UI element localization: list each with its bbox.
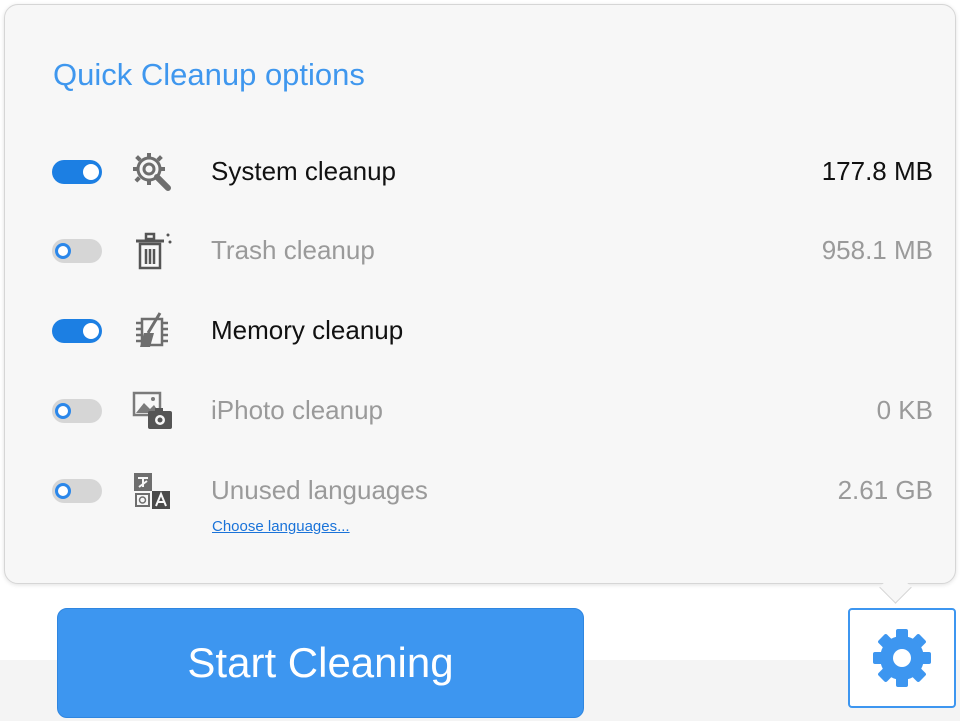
start-cleaning-label: Start Cleaning — [187, 639, 454, 686]
languages-icon — [134, 473, 170, 509]
toggle-knob — [55, 483, 71, 499]
option-row-system-cleanup: System cleanup 177.8 MB — [5, 142, 957, 202]
trash-icon — [136, 232, 172, 270]
toggle-knob — [83, 164, 99, 180]
option-label: System cleanup — [211, 156, 396, 186]
option-row-trash-cleanup: Trash cleanup 958.1 MB — [5, 221, 957, 281]
option-row-memory-cleanup: Memory cleanup — [5, 301, 957, 361]
memory-chip-broom-icon — [136, 312, 168, 347]
option-label: Trash cleanup — [211, 235, 375, 265]
system-gear-magnifier-icon — [133, 153, 171, 191]
option-label: Memory cleanup — [211, 315, 404, 345]
option-size: 0 KB — [876, 395, 933, 425]
photo-camera-icon — [132, 391, 172, 429]
toggle-knob — [55, 243, 71, 259]
popover-title: Quick Cleanup options — [53, 57, 365, 92]
option-row-unused-languages: Unused languages 2.61 GB — [5, 461, 957, 521]
quick-cleanup-popover: Quick Cleanup options System cleanup 177… — [4, 4, 956, 584]
trash-cleanup-toggle[interactable] — [52, 239, 102, 263]
start-cleaning-button[interactable]: Start Cleaning — [57, 608, 584, 718]
iphoto-cleanup-toggle[interactable] — [52, 399, 102, 423]
toggle-knob — [83, 323, 99, 339]
system-cleanup-toggle[interactable] — [52, 160, 102, 184]
settings-button[interactable] — [848, 608, 956, 708]
choose-languages-link[interactable]: Choose languages... — [212, 518, 350, 535]
toggle-knob — [55, 403, 71, 419]
option-row-iphoto-cleanup: iPhoto cleanup 0 KB — [5, 381, 957, 441]
option-label: iPhoto cleanup — [211, 395, 384, 425]
option-size: 2.61 GB — [837, 475, 933, 505]
gear-icon — [873, 629, 931, 687]
unused-languages-toggle[interactable] — [52, 479, 102, 503]
option-size: 958.1 MB — [821, 235, 933, 265]
option-size: 177.8 MB — [821, 156, 933, 186]
memory-cleanup-toggle[interactable] — [52, 319, 102, 343]
option-label: Unused languages — [211, 475, 428, 505]
